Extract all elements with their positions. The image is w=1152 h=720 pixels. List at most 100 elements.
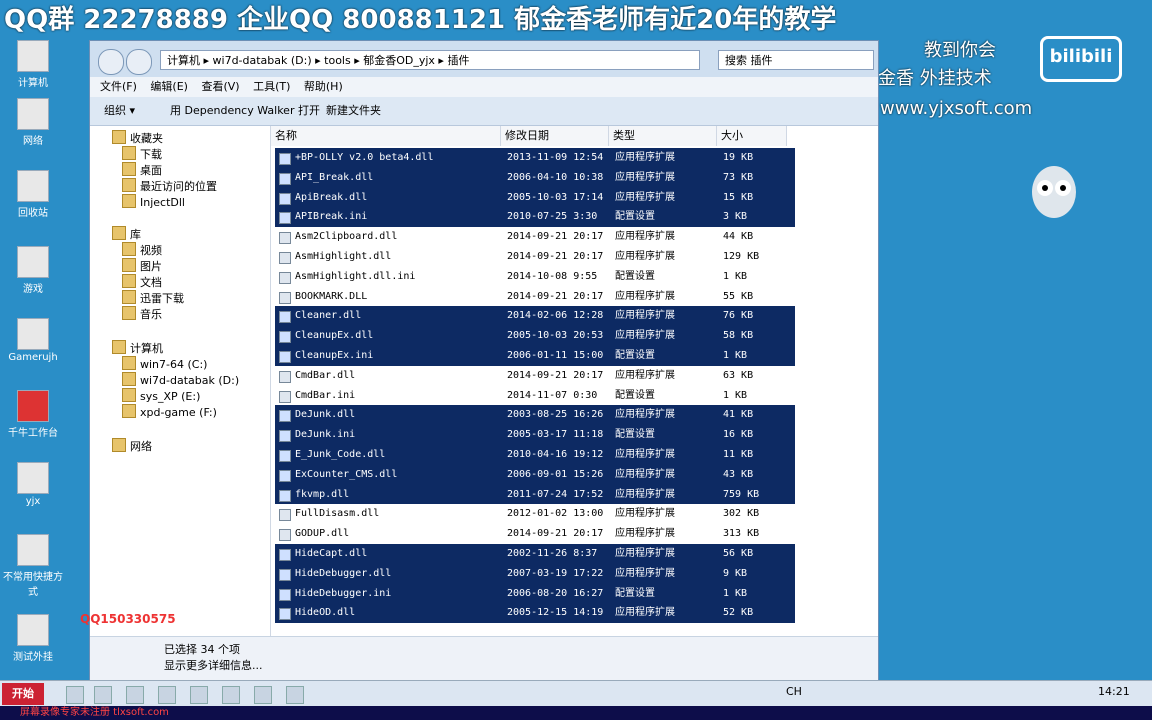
taskbar-app-icon[interactable] bbox=[222, 686, 240, 704]
back-button[interactable] bbox=[98, 49, 124, 75]
desktop-icon-computer[interactable]: 计算机 bbox=[0, 40, 66, 89]
menu-tools[interactable]: 工具(T) bbox=[253, 77, 290, 97]
desktop-icon-gamerujh[interactable]: Gamerujh bbox=[0, 318, 66, 363]
menu-file[interactable]: 文件(F) bbox=[100, 77, 137, 97]
forward-button[interactable] bbox=[126, 49, 152, 75]
organize-button[interactable]: 组织 ▾ bbox=[104, 97, 135, 125]
file-date: 2006-08-20 16:27 bbox=[507, 587, 604, 599]
file-row[interactable]: APIBreak.ini 2010-07-25 3:30 配置设置 3 KB bbox=[275, 207, 795, 228]
taskbar-app-icon[interactable] bbox=[286, 686, 304, 704]
file-name: API_Break.dll bbox=[295, 171, 374, 183]
file-row[interactable]: AsmHighlight.dll.ini 2014-10-08 9:55 配置设置 1… bbox=[275, 267, 795, 287]
file-type: 应用程序扩展 bbox=[615, 528, 675, 540]
file-date: 2006-01-11 15:00 bbox=[507, 349, 604, 361]
more-details-link[interactable]: 显示更多详细信息... bbox=[164, 657, 263, 673]
taskbar-app-icon[interactable] bbox=[158, 686, 176, 704]
nav-network[interactable]: 网络 bbox=[112, 438, 152, 454]
file-row[interactable]: AsmHighlight.dll 2014-09-21 20:17 应用程序扩展 12… bbox=[275, 247, 795, 267]
file-type: 应用程序扩展 bbox=[615, 508, 675, 520]
file-name: AsmHighlight.dll bbox=[295, 250, 392, 262]
file-row[interactable]: DeJunk.ini 2005-03-17 11:18 配置设置 16 KB bbox=[275, 425, 795, 445]
desktop-icon-qianniu[interactable]: 千牛工作台 bbox=[0, 390, 66, 439]
file-row[interactable]: CmdBar.dll 2014-09-21 20:17 应用程序扩展 63 KB bbox=[275, 366, 795, 386]
column-name[interactable]: 名称 bbox=[271, 126, 501, 146]
nav-recent[interactable]: 最近访问的位置 bbox=[122, 178, 217, 194]
file-row[interactable]: ExCounter_CMS.dll 2006-09-01 15:26 应用程序扩展 4… bbox=[275, 464, 795, 485]
file-row[interactable]: E_Junk_Code.dll 2010-04-16 19:12 应用程序扩展 11 … bbox=[275, 444, 795, 465]
desktop-icon-shortcuts[interactable]: 不常用快捷方式 bbox=[0, 534, 66, 598]
new-folder-button[interactable]: 新建文件夹 bbox=[326, 97, 381, 125]
file-name: Cleaner.dll bbox=[295, 310, 362, 322]
file-row[interactable]: Cleaner.dll 2014-02-06 12:28 应用程序扩展 76 KB bbox=[275, 306, 795, 327]
file-size: 129 KB bbox=[723, 250, 760, 262]
file-row[interactable]: +BP-OLLY v2.0 beta4.dll 2013-11-09 12:54 应… bbox=[275, 148, 795, 168]
file-row[interactable]: fkvmp.dll 2011-07-24 17:52 应用程序扩展 759 KB bbox=[275, 484, 795, 505]
column-type[interactable]: 类型 bbox=[609, 126, 717, 146]
nav-desktop[interactable]: 桌面 bbox=[122, 162, 162, 178]
desktop-icon-recycle-bin[interactable]: 回收站 bbox=[0, 170, 66, 219]
file-name: GODUP.dll bbox=[295, 528, 350, 540]
address-field[interactable]: 计算机 ▸ wi7d-databak (D:) ▸ tools ▸ 郁金香OD_… bbox=[160, 50, 700, 70]
nav-documents[interactable]: 文档 bbox=[122, 274, 162, 290]
nav-downloads[interactable]: 下载 bbox=[122, 146, 162, 162]
file-row[interactable]: CleanupEx.dll 2005-10-03 20:53 应用程序扩展 58 KB bbox=[275, 326, 795, 346]
column-date[interactable]: 修改日期 bbox=[501, 126, 609, 146]
file-row[interactable]: FullDisasm.dll 2012-01-02 13:00 应用程序扩展 302 … bbox=[275, 504, 795, 524]
start-button[interactable]: 开始 bbox=[2, 683, 44, 705]
column-size[interactable]: 大小 bbox=[717, 126, 787, 146]
nav-pictures[interactable]: 图片 bbox=[122, 258, 162, 274]
nav-drive-e[interactable]: sys_XP (E:) bbox=[122, 388, 200, 404]
desktop-icon-network[interactable]: 网络 bbox=[0, 98, 66, 147]
file-size: 1 KB bbox=[723, 587, 748, 599]
search-input[interactable]: 搜索 插件 bbox=[718, 50, 874, 70]
nav-library[interactable]: 库 bbox=[112, 226, 141, 242]
taskbar-app-icon[interactable] bbox=[126, 686, 144, 704]
taskbar-app-icon[interactable] bbox=[190, 686, 208, 704]
nav-favorites[interactable]: 收藏夹 bbox=[112, 130, 163, 146]
nav-drive-d[interactable]: wi7d-databak (D:) bbox=[122, 372, 239, 388]
nav-computer[interactable]: 计算机 bbox=[112, 340, 163, 356]
menu-edit[interactable]: 编辑(E) bbox=[150, 77, 188, 97]
file-name: HideDebugger.ini bbox=[295, 587, 392, 599]
nav-injectdll[interactable]: InjectDll bbox=[122, 194, 185, 210]
file-row[interactable]: Asm2Clipboard.dll 2014-09-21 20:17 应用程序扩展 4… bbox=[275, 227, 795, 247]
file-row[interactable]: HideOD.dll 2005-12-15 14:19 应用程序扩展 52 KB bbox=[275, 603, 795, 624]
file-size: 302 KB bbox=[723, 508, 760, 520]
file-row[interactable]: BOOKMARK.DLL 2014-09-21 20:17 应用程序扩展 55 KB bbox=[275, 287, 795, 307]
file-size: 759 KB bbox=[723, 488, 760, 500]
file-row[interactable]: HideDebugger.ini 2006-08-20 16:27 配置设置 1 KB bbox=[275, 583, 795, 604]
file-icon bbox=[279, 370, 291, 383]
desktop-icon-label: yjx bbox=[25, 496, 41, 507]
menu-help[interactable]: 帮助(H) bbox=[304, 77, 343, 97]
file-type: 应用程序扩展 bbox=[615, 448, 675, 460]
clock[interactable]: 14:21 bbox=[1098, 685, 1130, 698]
file-row[interactable]: HideDebugger.dll 2007-03-19 17:22 应用程序扩展 9 … bbox=[275, 563, 795, 584]
language-indicator[interactable]: CH bbox=[786, 685, 802, 698]
taskbar-app-icon[interactable] bbox=[254, 686, 272, 704]
nav-videos[interactable]: 视频 bbox=[122, 242, 162, 258]
file-row[interactable]: CmdBar.ini 2014-11-07 0:30 配置设置 1 KB bbox=[275, 386, 795, 406]
nav-thunder[interactable]: 迅雷下载 bbox=[122, 290, 184, 306]
menu-view[interactable]: 查看(V) bbox=[201, 77, 239, 97]
owl-icon bbox=[1032, 166, 1076, 218]
desktop-icon-games[interactable]: 游戏 bbox=[0, 246, 66, 295]
file-row[interactable]: CleanupEx.ini 2006-01-11 15:00 配置设置 1 KB bbox=[275, 345, 795, 366]
file-row[interactable]: DeJunk.dll 2003-08-25 16:26 应用程序扩展 41 KB bbox=[275, 405, 795, 426]
file-date: 2012-01-02 13:00 bbox=[507, 508, 604, 520]
taskbar-app-icon[interactable] bbox=[94, 686, 112, 704]
desktop-icon-yjx[interactable]: yjx bbox=[0, 462, 66, 507]
file-row[interactable]: HideCapt.dll 2002-11-26 8:37 应用程序扩展 56 KB bbox=[275, 543, 795, 564]
file-row[interactable]: ApiBreak.dll 2005-10-03 17:14 应用程序扩展 15 KB bbox=[275, 187, 795, 208]
file-icon bbox=[279, 568, 291, 581]
desktop-icon-test[interactable]: 测试外挂 bbox=[0, 614, 66, 663]
nav-drive-f[interactable]: xpd-game (F:) bbox=[122, 404, 217, 420]
taskbar-app-icon[interactable] bbox=[66, 686, 84, 704]
file-icon bbox=[279, 291, 291, 304]
open-with-button[interactable]: 用 Dependency Walker 打开 bbox=[170, 97, 320, 125]
nav-drive-c[interactable]: win7-64 (C:) bbox=[122, 356, 207, 372]
file-date: 2014-09-21 20:17 bbox=[507, 528, 604, 540]
file-row[interactable]: API_Break.dll 2006-04-10 10:38 应用程序扩展 73 KB bbox=[275, 167, 795, 188]
nav-music[interactable]: 音乐 bbox=[122, 306, 162, 322]
file-row[interactable]: GODUP.dll 2014-09-21 20:17 应用程序扩展 313 KB bbox=[275, 524, 795, 544]
file-icon bbox=[279, 271, 291, 284]
